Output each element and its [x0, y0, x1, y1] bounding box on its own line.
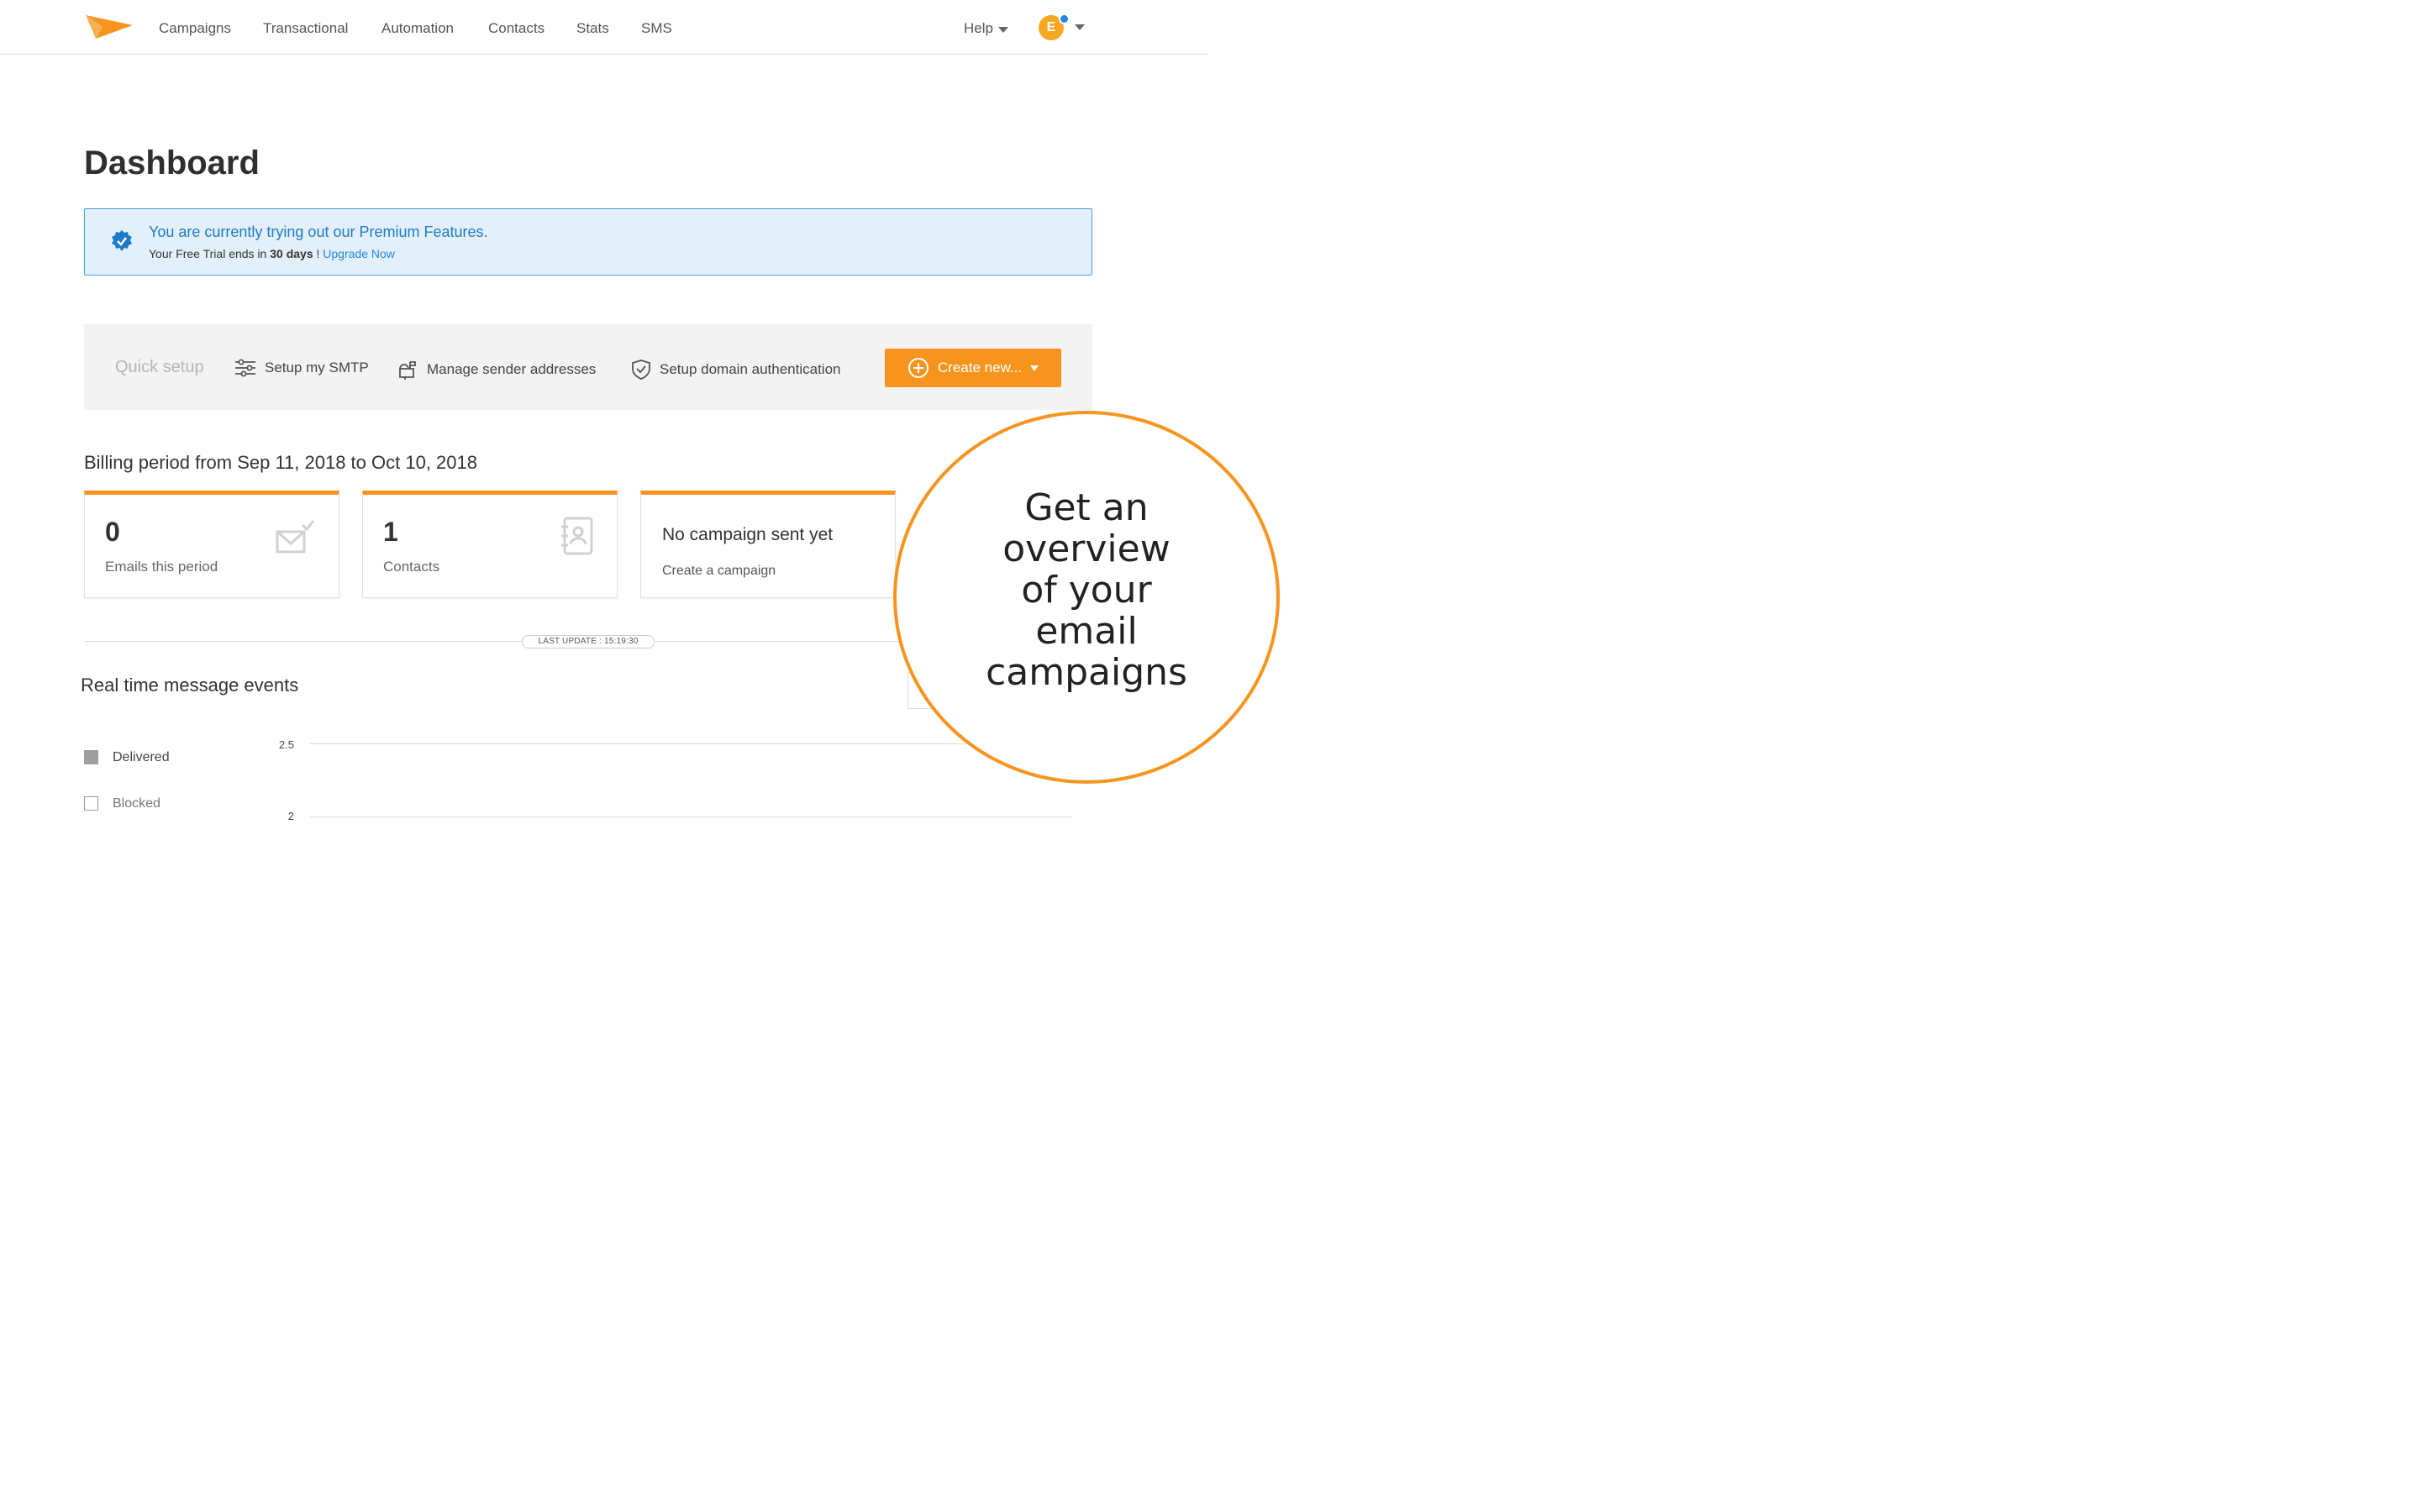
no-campaign-title: No campaign sent yet — [662, 525, 834, 544]
manage-senders-label: Manage sender addresses — [427, 361, 597, 377]
y-tick-label: 2 — [287, 810, 294, 822]
trial-banner — [84, 208, 1092, 276]
manage-senders-link[interactable]: Manage sender addresses — [398, 359, 596, 381]
account-menu-chevron-icon[interactable] — [1075, 24, 1085, 30]
callout-line: of your — [1021, 569, 1152, 612]
y-gridline — [310, 743, 1071, 744]
contacts-label: Contacts — [383, 559, 440, 575]
help-menu[interactable]: Help — [964, 20, 1008, 37]
mailbox-icon — [399, 361, 416, 380]
legend-blocked-swatch[interactable] — [84, 796, 98, 811]
create-new-button[interactable]: Create new... — [885, 349, 1061, 387]
nav-campaigns[interactable]: Campaigns — [159, 20, 231, 37]
callout-line: overview — [1002, 528, 1171, 570]
nav-sms[interactable]: SMS — [641, 20, 672, 37]
trial-days: 30 days — [270, 247, 313, 260]
plus-circle-icon — [908, 358, 929, 378]
page-title: Dashboard — [84, 144, 260, 181]
upgrade-now-link[interactable]: Upgrade Now — [323, 247, 395, 260]
legend-delivered-swatch[interactable] — [84, 750, 98, 764]
nav-contacts[interactable]: Contacts — [488, 20, 544, 37]
legend-blocked[interactable]: Blocked — [113, 796, 160, 811]
domain-auth-link[interactable]: Setup domain authentication — [631, 359, 841, 381]
callout-text: Get an overview of your email campaigns — [944, 487, 1229, 693]
create-new-label: Create new... — [937, 360, 1023, 375]
help-label: Help — [964, 20, 993, 36]
callout-line: Get an — [1024, 486, 1149, 529]
nav-transactional[interactable]: Transactional — [263, 20, 348, 37]
emails-count: 0 — [105, 517, 120, 547]
notification-dot — [1059, 13, 1070, 24]
y-tick-label: 2.5 — [278, 738, 294, 751]
nav-stats[interactable]: Stats — [576, 20, 609, 37]
emails-label: Emails this period — [105, 559, 218, 575]
setup-smtp-link[interactable]: Setup my SMTP — [234, 359, 369, 377]
domain-auth-label: Setup domain authentication — [660, 361, 841, 377]
envelope-check-icon — [276, 520, 315, 554]
callout-line: campaigns — [986, 651, 1187, 694]
contacts-stat-card: 1 Contacts — [362, 491, 618, 598]
trial-text: Your Free Trial ends in — [149, 247, 271, 260]
billing-period-heading: Billing period from Sep 11, 2018 to Oct … — [84, 452, 477, 473]
emails-stat-card: 0 Emails this period — [84, 491, 339, 598]
create-campaign-link[interactable]: Create a campaign — [662, 564, 776, 579]
verified-badge-icon — [112, 230, 132, 251]
shield-check-icon — [632, 360, 650, 380]
legend-delivered[interactable]: Delivered — [113, 750, 170, 765]
trial-text-suffix: ! — [313, 247, 324, 260]
banner-subtext: Your Free Trial ends in 30 days ! Upgrad… — [149, 247, 395, 260]
chevron-down-icon — [997, 27, 1008, 33]
nav-automation[interactable]: Automation — [381, 20, 454, 37]
y-gridline — [310, 816, 1071, 817]
callout-line: email — [1035, 610, 1138, 653]
last-update-badge: LAST UPDATE : 15:19:30 — [522, 635, 655, 648]
chevron-down-icon — [1030, 365, 1039, 371]
contacts-count: 1 — [383, 517, 398, 547]
quick-setup-label: Quick setup — [115, 358, 204, 376]
section-divider — [84, 641, 924, 642]
campaign-stat-card: No campaign sent yet Create a campaign — [640, 491, 896, 598]
setup-smtp-label: Setup my SMTP — [265, 360, 369, 375]
brand-logo[interactable] — [84, 12, 134, 42]
banner-title: You are currently trying out our Premium… — [149, 223, 488, 240]
sliders-icon — [235, 359, 255, 377]
realtime-events-title: Real time message events — [81, 675, 299, 696]
address-book-icon — [561, 517, 593, 555]
